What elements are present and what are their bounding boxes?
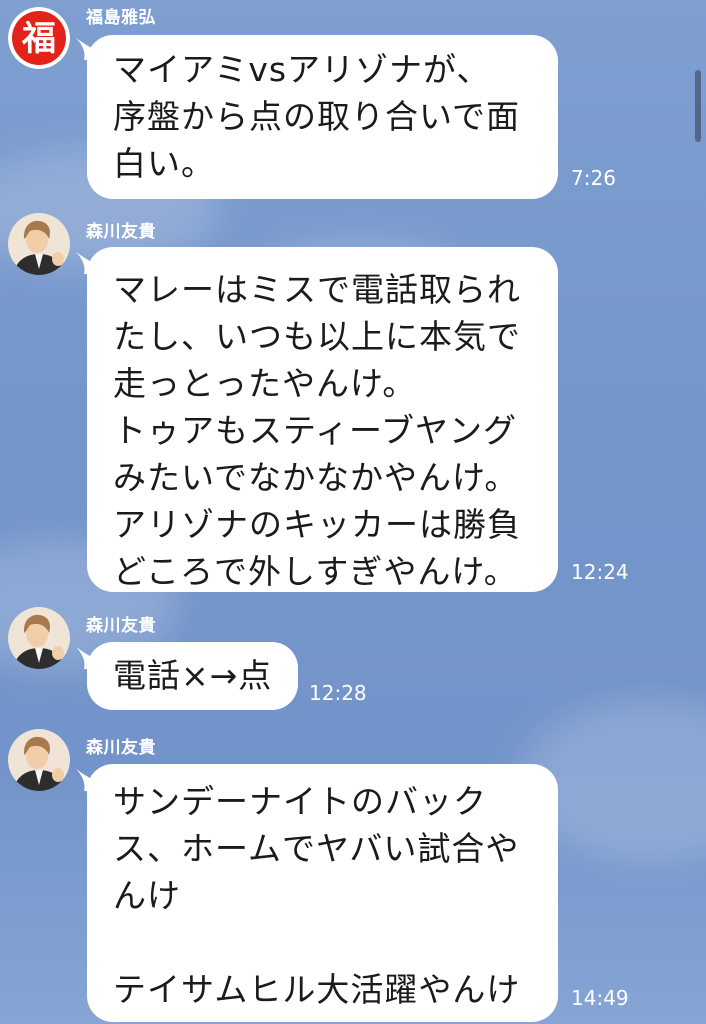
fuku-badge-char: 福 bbox=[21, 19, 56, 59]
message-time: 12:24 bbox=[571, 560, 629, 584]
avatar[interactable] bbox=[8, 213, 70, 275]
sender-name: 森川友貴 bbox=[86, 738, 156, 758]
message-line: 電話×→点 bbox=[113, 656, 273, 695]
message-line: 白い。 bbox=[113, 144, 215, 183]
person-avatar-icon bbox=[8, 607, 70, 669]
message-bubble[interactable]: マイアミvsアリゾナが、 序盤から点の取り合いで面 白い。 bbox=[87, 35, 558, 199]
message-bubble[interactable]: マレーはミスで電話取られ たし、いつも以上に本気で 走っとったやんけ。 トゥアも… bbox=[87, 247, 558, 592]
message-bubble[interactable]: サンデーナイトのバック ス、ホームでヤバい試合や んけ テイサムヒル大活躍やんけ bbox=[87, 764, 558, 1022]
chat-timeline[interactable]: 福 福島雅弘 マイアミvsアリゾナが、 序盤から点の取り合いで面 白い。 7:2… bbox=[0, 0, 706, 1024]
sender-name: 福島雅弘 bbox=[86, 8, 156, 28]
person-avatar-icon bbox=[8, 729, 70, 791]
message-bubble[interactable]: 電話×→点 bbox=[87, 642, 298, 710]
message-line: マレーはミスで電話取られ bbox=[113, 270, 521, 309]
avatar[interactable] bbox=[8, 729, 70, 791]
message-line: トゥアもスティーブヤング bbox=[113, 411, 518, 450]
message-line: テイサムヒル大活躍やんけ bbox=[113, 970, 521, 1009]
message-line: 序盤から点の取り合いで面 bbox=[113, 97, 521, 136]
message-line: どころで外しすぎやんけ。 bbox=[113, 552, 518, 591]
avatar[interactable] bbox=[8, 607, 70, 669]
message-line: サンデーナイトのバック bbox=[113, 782, 487, 821]
message-line: 走っとったやんけ。 bbox=[113, 364, 417, 403]
scrollbar[interactable] bbox=[695, 70, 701, 142]
message-line: みたいでなかなかやんけ。 bbox=[113, 458, 519, 497]
sender-name: 森川友貴 bbox=[86, 222, 156, 242]
sender-name: 森川友貴 bbox=[86, 616, 156, 636]
message-line: ス、ホームでヤバい試合や bbox=[113, 829, 520, 868]
fuku-badge-icon: 福 bbox=[8, 7, 70, 69]
person-avatar-icon bbox=[8, 213, 70, 275]
message-line bbox=[113, 919, 532, 966]
message-time: 14:49 bbox=[571, 986, 629, 1010]
message-line: アリゾナのキッカーは勝負 bbox=[113, 505, 521, 544]
avatar[interactable]: 福 bbox=[8, 7, 70, 69]
message-line: マイアミvsアリゾナが、 bbox=[113, 50, 491, 89]
message-line: んけ bbox=[113, 876, 181, 915]
message-line: たし、いつも以上に本気で bbox=[113, 317, 521, 356]
message-time: 12:28 bbox=[309, 681, 367, 705]
message-time: 7:26 bbox=[571, 166, 616, 190]
